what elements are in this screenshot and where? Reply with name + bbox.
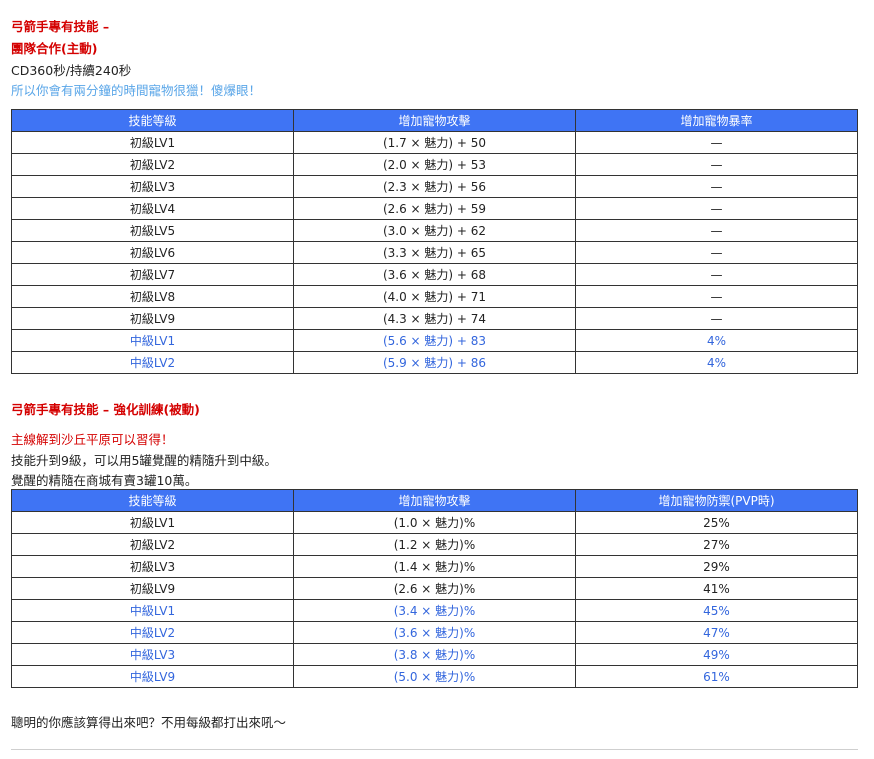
cell-extra: 45% bbox=[575, 599, 858, 622]
cell-level: 初級LV7 bbox=[11, 263, 294, 286]
cell-level: 初級LV9 bbox=[11, 577, 294, 600]
cell-attack: (3.3 × 魅力) + 65 bbox=[293, 241, 576, 264]
cell-level: 初級LV3 bbox=[11, 175, 294, 198]
cell-level: 初級LV3 bbox=[11, 555, 294, 578]
cell-level: 中級LV9 bbox=[11, 665, 294, 688]
cell-extra: — bbox=[575, 263, 858, 286]
table-row: 中級LV3 (3.8 × 魅力)% 49% bbox=[11, 643, 858, 666]
cell-attack: (1.4 × 魅力)% bbox=[293, 555, 576, 578]
table-row: 初級LV1 (1.7 × 魅力) + 50— bbox=[11, 131, 858, 154]
table-row: 初級LV3 (2.3 × 魅力) + 56— bbox=[11, 175, 858, 198]
cell-attack: (5.0 × 魅力)% bbox=[293, 665, 576, 688]
cell-attack: (5.9 × 魅力) + 86 bbox=[293, 351, 576, 374]
cell-extra: 41% bbox=[575, 577, 858, 600]
table-row: 初級LV9 (2.6 × 魅力)% 41% bbox=[11, 577, 858, 600]
cell-attack: (3.6 × 魅力) + 68 bbox=[293, 263, 576, 286]
cell-extra: 4% bbox=[575, 329, 858, 352]
cell-extra: — bbox=[575, 197, 858, 220]
cell-extra: 27% bbox=[575, 533, 858, 556]
cell-attack: (3.4 × 魅力)% bbox=[293, 599, 576, 622]
article-body: 弓箭手專有技能 – 團隊合作(主動) CD360秒/持續240秒 所以你會有兩分… bbox=[0, 0, 874, 759]
cell-extra: — bbox=[575, 307, 858, 330]
cell-level: 中級LV1 bbox=[11, 329, 294, 352]
cell-extra: — bbox=[575, 131, 858, 154]
header-attack: 增加寵物攻擊 bbox=[293, 489, 576, 512]
cell-attack: (2.6 × 魅力)% bbox=[293, 577, 576, 600]
skill-table-training: 技能等級 增加寵物攻擊 增加寵物防禦(PVP時) 初級LV1 (1.0 × 魅力)… bbox=[11, 489, 858, 688]
cell-extra: 29% bbox=[575, 555, 858, 578]
section2-quest-note: 主線解到沙丘平原可以習得！ bbox=[11, 432, 174, 447]
cell-level: 初級LV9 bbox=[11, 307, 294, 330]
section1-skill-name: 團隊合作(主動) bbox=[11, 41, 98, 56]
cell-attack: (2.0 × 魅力) + 53 bbox=[293, 153, 576, 176]
skill-table-team: 技能等級 增加寵物攻擊 增加寵物暴率 初級LV1 (1.7 × 魅力) + 50—… bbox=[11, 109, 858, 374]
cell-attack: (3.6 × 魅力)% bbox=[293, 621, 576, 644]
cell-extra: 61% bbox=[575, 665, 858, 688]
table-row: 初級LV9 (4.3 × 魅力) + 74— bbox=[11, 307, 858, 330]
cell-level: 中級LV1 bbox=[11, 599, 294, 622]
cell-attack: (5.6 × 魅力) + 83 bbox=[293, 329, 576, 352]
header-extra: 增加寵物防禦(PVP時) bbox=[575, 489, 858, 512]
divider bbox=[11, 749, 858, 750]
cell-extra: — bbox=[575, 175, 858, 198]
cell-level: 中級LV2 bbox=[11, 621, 294, 644]
table-row: 初級LV2 (2.0 × 魅力) + 53— bbox=[11, 153, 858, 176]
table-header-row: 技能等級 增加寵物攻擊 增加寵物暴率 bbox=[11, 109, 858, 132]
cell-attack: (3.0 × 魅力) + 62 bbox=[293, 219, 576, 242]
section1-cooldown: CD360秒/持續240秒 bbox=[11, 63, 132, 78]
cell-extra: 4% bbox=[575, 351, 858, 374]
cell-attack: (3.8 × 魅力)% bbox=[293, 643, 576, 666]
cell-level: 初級LV4 bbox=[11, 197, 294, 220]
cell-level: 中級LV3 bbox=[11, 643, 294, 666]
table-row: 中級LV1 (3.4 × 魅力)% 45% bbox=[11, 599, 858, 622]
cell-attack: (2.6 × 魅力) + 59 bbox=[293, 197, 576, 220]
cell-level: 初級LV1 bbox=[11, 511, 294, 534]
cell-attack: (1.2 × 魅力)% bbox=[293, 533, 576, 556]
cell-level: 中級LV2 bbox=[11, 351, 294, 374]
section1-heading: 弓箭手專有技能 – bbox=[11, 19, 110, 34]
header-level: 技能等級 bbox=[11, 489, 294, 512]
table-row: 中級LV2 (3.6 × 魅力)% 47% bbox=[11, 621, 858, 644]
section2-heading: 弓箭手專有技能 – 強化訓練(被動) bbox=[11, 402, 200, 417]
header-attack: 增加寵物攻擊 bbox=[293, 109, 576, 132]
footer-note: 聰明的你應該算得出來吧？不用每級都打出來吼～ bbox=[11, 715, 287, 730]
cell-extra: 47% bbox=[575, 621, 858, 644]
cell-extra: 25% bbox=[575, 511, 858, 534]
cell-attack: (4.0 × 魅力) + 71 bbox=[293, 285, 576, 308]
cell-level: 初級LV8 bbox=[11, 285, 294, 308]
cell-extra: 49% bbox=[575, 643, 858, 666]
table-row: 初級LV4 (2.6 × 魅力) + 59— bbox=[11, 197, 858, 220]
table-row: 初級LV8 (4.0 × 魅力) + 71— bbox=[11, 285, 858, 308]
table-row: 初級LV3 (1.4 × 魅力)% 29% bbox=[11, 555, 858, 578]
table-row: 中級LV9 (5.0 × 魅力)% 61% bbox=[11, 665, 858, 688]
table-row: 初級LV7 (3.6 × 魅力) + 68— bbox=[11, 263, 858, 286]
cell-level: 初級LV6 bbox=[11, 241, 294, 264]
table-row: 初級LV6 (3.3 × 魅力) + 65— bbox=[11, 241, 858, 264]
cell-attack: (4.3 × 魅力) + 74 bbox=[293, 307, 576, 330]
cell-attack: (1.0 × 魅力)% bbox=[293, 511, 576, 534]
cell-level: 初級LV2 bbox=[11, 153, 294, 176]
table-header-row: 技能等級 增加寵物攻擊 增加寵物防禦(PVP時) bbox=[11, 489, 858, 512]
section2-shop-note: 覺醒的精隨在商城有賣3罐10萬。 bbox=[11, 473, 198, 488]
table-row: 初級LV1 (1.0 × 魅力)% 25% bbox=[11, 511, 858, 534]
table-row: 中級LV1 (5.6 × 魅力) + 83 4% bbox=[11, 329, 858, 352]
cell-attack: (1.7 × 魅力) + 50 bbox=[293, 131, 576, 154]
table-row: 初級LV2 (1.2 × 魅力)% 27% bbox=[11, 533, 858, 556]
table-row: 中級LV2 (5.9 × 魅力) + 86 4% bbox=[11, 351, 858, 374]
cell-extra: — bbox=[575, 285, 858, 308]
cell-attack: (2.3 × 魅力) + 56 bbox=[293, 175, 576, 198]
section2-upgrade-note: 技能升到9級，可以用5罐覺醒的精隨升到中級。 bbox=[11, 453, 277, 468]
header-extra: 增加寵物暴率 bbox=[575, 109, 858, 132]
cell-level: 初級LV2 bbox=[11, 533, 294, 556]
cell-extra: — bbox=[575, 219, 858, 242]
cell-level: 初級LV5 bbox=[11, 219, 294, 242]
cell-extra: — bbox=[575, 241, 858, 264]
section1-note: 所以你會有兩分鐘的時間寵物很獵！傻爆眼！ bbox=[11, 83, 262, 98]
header-level: 技能等級 bbox=[11, 109, 294, 132]
table-row: 初級LV5 (3.0 × 魅力) + 62— bbox=[11, 219, 858, 242]
cell-extra: — bbox=[575, 153, 858, 176]
cell-level: 初級LV1 bbox=[11, 131, 294, 154]
